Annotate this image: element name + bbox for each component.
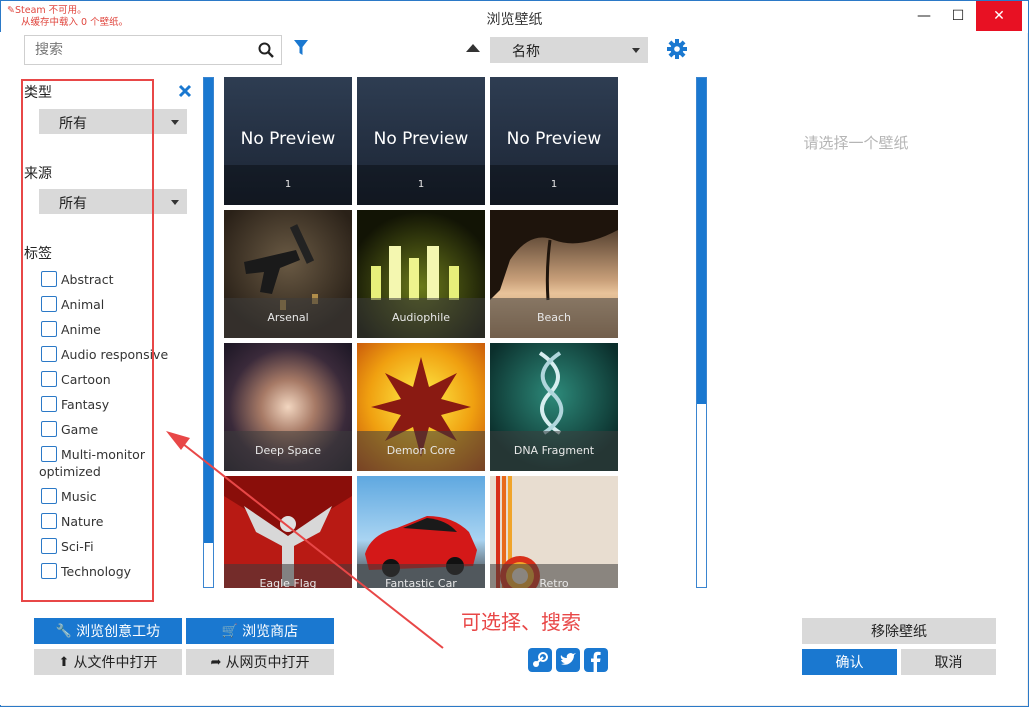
filter-scrollbar[interactable] (203, 77, 214, 588)
twitter-icon[interactable] (556, 648, 580, 672)
wallpaper-tile-deep-space[interactable]: Deep Space (224, 343, 352, 471)
wallpaper-tile[interactable]: No Preview 1 (224, 77, 352, 205)
tile-caption: Eagle Flag (224, 564, 352, 588)
filter-icon[interactable] (294, 40, 308, 56)
upload-icon: ⬆ (58, 654, 70, 670)
button-label: 从文件中打开 (73, 655, 158, 671)
button-label: 确认 (835, 655, 864, 671)
open-from-file-button[interactable]: ⬆ 从文件中打开 (34, 649, 182, 675)
search-icon[interactable] (258, 42, 274, 58)
search-box (24, 35, 282, 65)
chevron-down-icon (632, 48, 640, 53)
wallpaper-tile-fantastic-car[interactable]: Fantastic Car (357, 476, 485, 588)
search-input[interactable] (25, 36, 245, 64)
clear-filters-icon[interactable] (178, 84, 192, 98)
grid-scrollbar[interactable] (696, 77, 707, 588)
sort-direction-icon[interactable] (466, 44, 480, 52)
annotation-highlight-box (21, 79, 154, 602)
tile-caption: Deep Space (224, 431, 352, 471)
close-button[interactable]: ✕ (976, 1, 1022, 31)
open-from-web-button[interactable]: ➦ 从网页中打开 (186, 649, 334, 675)
wallpaper-tile[interactable]: No Preview 1 (490, 77, 618, 205)
wallpaper-tile-demon-core[interactable]: Demon Core (357, 343, 485, 471)
cart-icon: 🛒 (221, 623, 239, 639)
no-preview-text: No Preview (506, 129, 602, 149)
wallpaper-grid: No Preview 1 No Preview 1 No Preview 1 A… (224, 77, 620, 588)
cancel-button[interactable]: 取消 (901, 649, 996, 675)
wallpaper-tile-retro[interactable]: Retro (490, 476, 618, 588)
window-title: 浏览壁纸 (486, 12, 543, 28)
close-icon: ✕ (993, 8, 1005, 24)
no-preview-text: No Preview (240, 129, 336, 149)
minimize-button[interactable]: — (905, 1, 943, 31)
button-label: 浏览商店 (242, 624, 299, 640)
wallpaper-tile-arsenal[interactable]: Arsenal (224, 210, 352, 338)
remove-wallpaper-button[interactable]: 移除壁纸 (802, 618, 996, 644)
facebook-icon[interactable] (584, 648, 608, 672)
tile-caption: 1 (224, 165, 352, 205)
browse-store-button[interactable]: 🛒 浏览商店 (186, 618, 334, 644)
sort-value: 名称 (512, 44, 540, 60)
tile-caption: DNA Fragment (490, 431, 618, 471)
share-arrow-icon: ➦ (210, 654, 222, 670)
wallpaper-tile-beach[interactable]: Beach (490, 210, 618, 338)
wrench-icon: 🔧 (55, 623, 73, 639)
tile-caption: Retro (490, 564, 618, 588)
scrollbar-thumb[interactable] (697, 78, 706, 404)
button-label: 浏览创意工坊 (76, 624, 161, 640)
annotation-text: 可选择、搜索 (461, 610, 581, 634)
tile-caption: 1 (357, 165, 485, 205)
wallpaper-tile-eagle-flag[interactable]: Eagle Flag (224, 476, 352, 588)
tile-caption: 1 (490, 165, 618, 205)
chevron-down-icon (171, 200, 179, 205)
wallpaper-tile-audiophile[interactable]: Audiophile (357, 210, 485, 338)
tile-caption: Demon Core (357, 431, 485, 471)
select-wallpaper-placeholder: 请选择一个壁纸 (803, 134, 909, 152)
scrollbar-thumb[interactable] (204, 78, 213, 543)
tile-caption: Fantastic Car (357, 564, 485, 588)
wallpaper-tile-dna-fragment[interactable]: DNA Fragment (490, 343, 618, 471)
button-label: 从网页中打开 (225, 655, 310, 671)
wallpaper-tile[interactable]: No Preview 1 (357, 77, 485, 205)
button-label: 移除壁纸 (871, 624, 927, 640)
no-preview-text: No Preview (373, 129, 469, 149)
steam-icon[interactable] (528, 648, 552, 672)
chevron-down-icon (171, 120, 179, 125)
gear-icon[interactable] (667, 39, 687, 59)
tile-caption: Arsenal (224, 298, 352, 338)
button-label: 取消 (934, 655, 963, 671)
browse-workshop-button[interactable]: 🔧 浏览创意工坊 (34, 618, 182, 644)
title-bar: ✎Steam 不可用。 从缓存中载入 0 个壁纸。 浏览壁纸 — ☐ ✕ (1, 1, 1028, 33)
minimize-icon: — (917, 8, 931, 24)
maximize-button[interactable]: ☐ (939, 1, 977, 31)
tile-caption: Audiophile (357, 298, 485, 338)
tile-caption: Beach (490, 298, 618, 338)
sort-select[interactable]: 名称 (490, 37, 648, 63)
ok-button[interactable]: 确认 (802, 649, 897, 675)
maximize-icon: ☐ (951, 8, 965, 24)
